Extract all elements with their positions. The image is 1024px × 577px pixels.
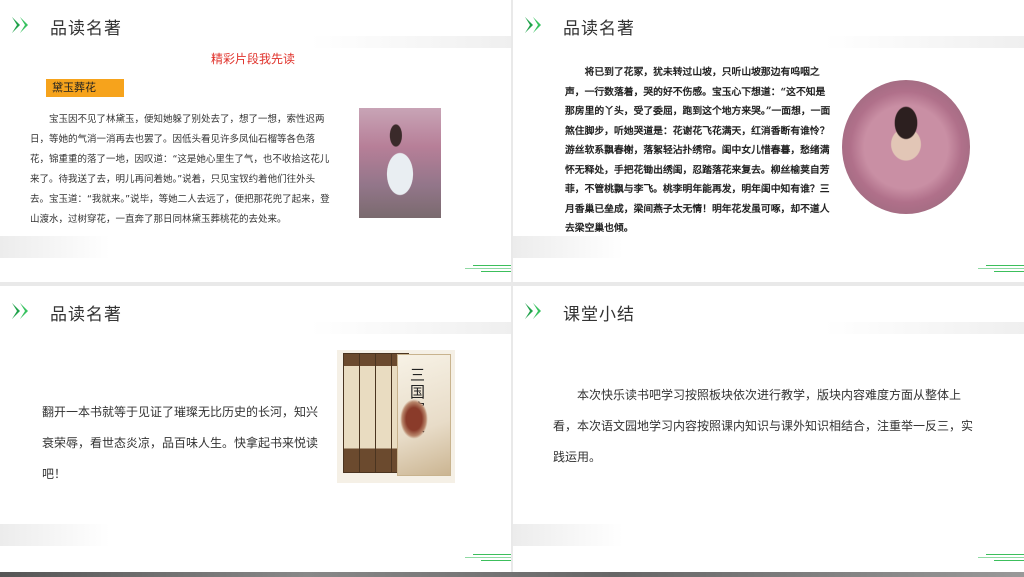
decor-lines [978,554,1024,562]
decor-band [0,524,110,546]
bottom-image-strip [0,572,1024,577]
section-tag: 黛玉葬花 [46,79,124,97]
decor-band [513,524,623,546]
book-cover: 三国演义 [397,354,451,476]
cover-illustration [400,399,428,439]
body-paragraph: 宝玉因不见了林黛玉，便知她躲了别处去了，想了一想，索性迟两日，等她的气消一消再去… [30,114,330,225]
decor-lines [978,265,1024,273]
character-portrait-circle [842,80,970,214]
body-paragraph: 本次快乐读书吧学习按照板块依次进行教学，版块内容难度方面从整体上看，本次语文园地… [553,388,974,464]
slide-title: 品读名著 [50,305,122,325]
decor-band [513,236,623,258]
double-chevron-icon [12,303,34,321]
body-paragraph: 翻开一本书就等于见证了璀璨无比历史的长河，知兴衰荣辱，看世态炎凉，品百味人生。快… [42,405,319,481]
decor-band [311,36,511,48]
book-set-image: 三国演义 [337,350,455,483]
slide-1[interactable]: 品读名著 精彩片段我先读 黛玉葬花 宝玉因不见了林黛玉，便知她躲了别处去了，想了… [0,0,511,282]
decor-band [824,322,1024,334]
double-chevron-icon [525,17,547,35]
slide-title: 课堂小结 [563,305,635,325]
character-photo [359,108,441,218]
decor-lines [465,265,511,273]
decor-lines [465,554,511,562]
slide-subtitle: 精彩片段我先读 [211,52,296,66]
slide-title: 品读名著 [50,19,122,39]
double-chevron-icon [525,303,547,321]
decor-band [0,236,110,258]
double-chevron-icon [12,17,34,35]
decor-band [824,36,1024,48]
decor-band [311,322,511,334]
body-paragraph: 将已到了花冢，犹未转过山坡，只听山坡那边有呜咽之声，一行数落着，哭的好不伤感。宝… [565,67,831,234]
slide-title: 品读名著 [563,19,635,39]
